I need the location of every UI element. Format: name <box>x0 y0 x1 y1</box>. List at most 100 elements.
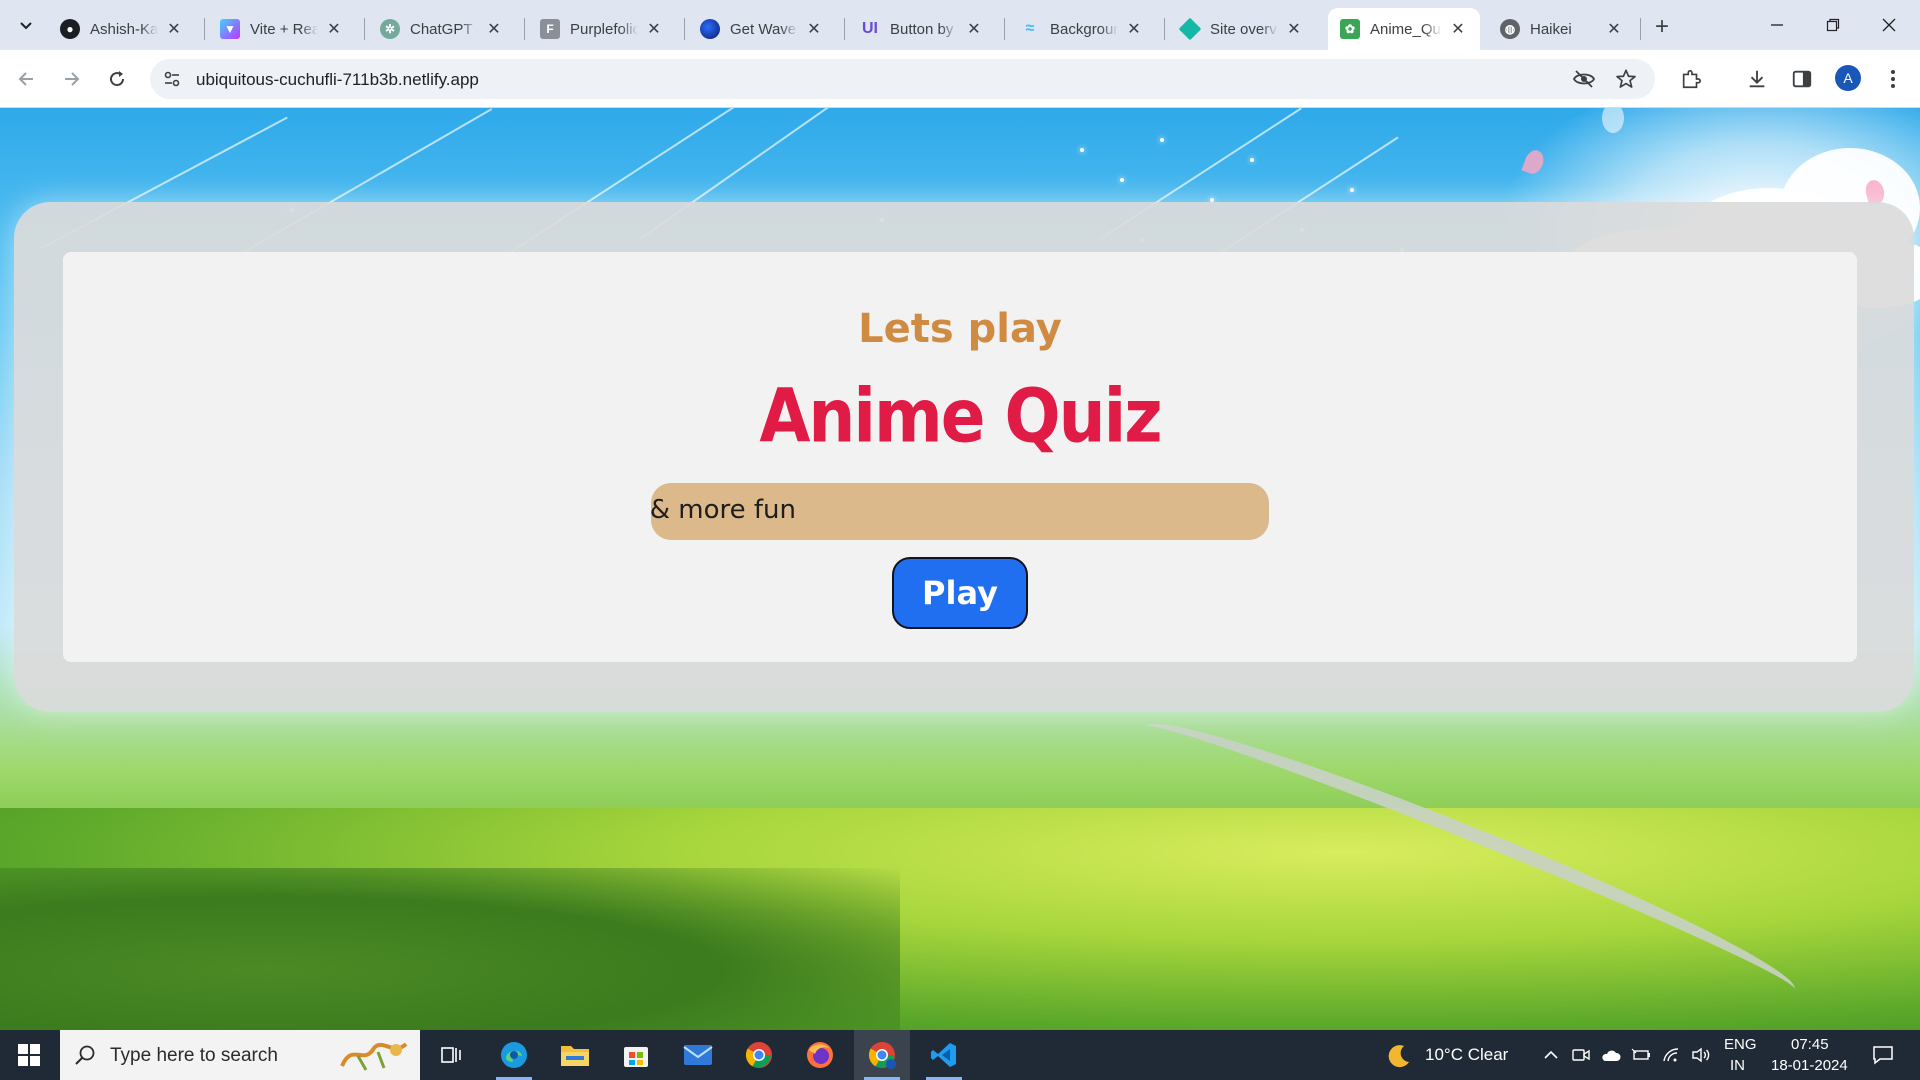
quiz-title: Anime Quiz <box>759 373 1162 460</box>
site-info-icon[interactable] <box>162 69 182 89</box>
tab-divider <box>1640 18 1641 40</box>
tab-purplefolio[interactable]: F Purplefolic ✕ <box>528 8 676 50</box>
taskbar-firefox[interactable] <box>792 1030 848 1080</box>
close-icon[interactable]: ✕ <box>484 19 504 39</box>
chrome-icon <box>745 1042 772 1068</box>
tab-vite[interactable]: ▼ Vite + Rea ✕ <box>208 8 356 50</box>
tab-divider <box>204 18 205 40</box>
tab-title: Button by <box>890 20 954 38</box>
taskbar-mail[interactable] <box>670 1030 726 1080</box>
language-code[interactable]: ENG <box>1724 1036 1757 1053</box>
new-tab-button[interactable]: + <box>1648 13 1676 41</box>
taskbar-chrome[interactable] <box>731 1030 787 1080</box>
tab-title: Purplefolic <box>570 20 638 38</box>
battery-icon[interactable] <box>1631 1045 1651 1065</box>
globe-icon: ◍ <box>1500 19 1520 39</box>
address-bar[interactable]: ubiquitous-cuchufli-711b3b.netlify.app <box>150 59 1655 99</box>
clock-time[interactable]: 07:45 <box>1791 1036 1829 1053</box>
close-icon[interactable]: ✕ <box>804 19 824 39</box>
close-icon <box>1882 18 1896 32</box>
waves-icon <box>700 19 720 39</box>
side-panel-icon <box>1792 70 1812 88</box>
chatgpt-icon: ✲ <box>380 19 400 39</box>
tab-chatgpt[interactable]: ✲ ChatGPT ✕ <box>368 8 516 50</box>
clock-date[interactable]: 18-01-2024 <box>1771 1057 1848 1074</box>
tab-haikei[interactable]: ◍ Haikei ✕ <box>1488 8 1636 50</box>
reload-button[interactable] <box>102 64 132 94</box>
close-icon[interactable]: ✕ <box>1124 19 1144 39</box>
taskbar-search-box[interactable]: Type here to search <box>60 1030 420 1080</box>
minimize-button[interactable] <box>1754 0 1800 50</box>
sparkle <box>1080 148 1084 152</box>
meet-now-icon[interactable] <box>1571 1045 1591 1065</box>
chevron-down-icon <box>20 22 32 30</box>
play-button[interactable]: Play <box>892 557 1028 629</box>
tab-title: Anime_Qu <box>1370 20 1441 38</box>
taskbar-vscode[interactable] <box>916 1030 972 1080</box>
tab-background[interactable]: ≈ Backgroun ✕ <box>1008 8 1156 50</box>
region-code[interactable]: IN <box>1730 1057 1745 1074</box>
wifi-icon[interactable] <box>1661 1045 1681 1065</box>
close-icon[interactable]: ✕ <box>964 19 984 39</box>
browser-toolbar: ubiquitous-cuchufli-711b3b.netlify.app A <box>0 50 1920 108</box>
mail-icon <box>683 1045 713 1065</box>
extensions-button[interactable] <box>1678 66 1704 92</box>
onedrive-icon[interactable] <box>1601 1045 1621 1065</box>
netlify-icon <box>1178 17 1202 41</box>
browser-menu-button[interactable] <box>1880 66 1906 92</box>
tab-title: Site overvi <box>1210 20 1278 38</box>
tab-divider <box>844 18 845 40</box>
chat-bubble-icon <box>1873 1046 1893 1065</box>
plus-icon: + <box>1654 13 1669 40</box>
close-icon[interactable]: ✕ <box>644 19 664 39</box>
close-icon[interactable]: ✕ <box>324 19 344 39</box>
file-explorer-icon <box>561 1046 589 1066</box>
tab-github[interactable]: ● Ashish-Kai ✕ <box>48 8 196 50</box>
close-icon[interactable]: ✕ <box>164 19 184 39</box>
volume-icon[interactable] <box>1691 1045 1711 1065</box>
forward-button[interactable] <box>56 64 86 94</box>
close-icon[interactable]: ✕ <box>1604 19 1624 39</box>
tab-get-waves[interactable]: Get Waves ✕ <box>688 8 836 50</box>
notification-center-button[interactable] <box>1871 1043 1895 1067</box>
tab-divider <box>524 18 525 40</box>
tab-title: Haikei <box>1530 20 1572 38</box>
close-icon[interactable]: ✕ <box>1284 19 1304 39</box>
bookmark-button[interactable] <box>1614 67 1638 91</box>
firefox-icon <box>807 1042 833 1068</box>
reload-icon <box>110 71 125 87</box>
speaker-icon <box>1692 1047 1710 1063</box>
sparkle <box>1120 178 1124 182</box>
arrow-left-icon <box>18 72 33 86</box>
taskbar-edge[interactable] <box>486 1030 542 1080</box>
wifi-signal-icon <box>1663 1048 1679 1062</box>
tab-search-button[interactable] <box>12 11 40 39</box>
weather-text[interactable]: 10°C Clear <box>1425 1045 1508 1065</box>
video-icon <box>1572 1049 1590 1061</box>
start-button[interactable] <box>0 1030 58 1080</box>
taskbar-store[interactable] <box>608 1030 664 1080</box>
store-icon <box>624 1047 648 1067</box>
tab-uiverse-button[interactable]: UI Button by ✕ <box>848 8 996 50</box>
chevron-up-icon <box>1544 1050 1558 1059</box>
vite-icon: ▼ <box>220 19 240 39</box>
taskbar-chrome-profile[interactable] <box>854 1030 910 1080</box>
sparkle <box>1250 158 1254 162</box>
quiz-subtitle: Lets play <box>858 306 1062 352</box>
url-text[interactable]: ubiquitous-cuchufli-711b3b.netlify.app <box>196 70 479 90</box>
taskbar-file-explorer[interactable] <box>547 1030 603 1080</box>
restore-button[interactable] <box>1810 0 1856 50</box>
downloads-button[interactable] <box>1744 66 1770 92</box>
close-window-button[interactable] <box>1866 0 1912 50</box>
tab-site-overview[interactable]: Site overvi ✕ <box>1168 8 1316 50</box>
close-icon[interactable]: ✕ <box>1448 19 1468 39</box>
task-view-button[interactable] <box>423 1030 479 1080</box>
battery-charging-icon <box>1631 1048 1650 1060</box>
tracking-protection-button[interactable] <box>1572 67 1596 91</box>
tab-title: Backgroun <box>1050 20 1118 38</box>
tab-anime-quiz[interactable]: ✿ Anime_Qu ✕ <box>1328 8 1480 50</box>
show-hidden-icons-button[interactable] <box>1541 1045 1561 1065</box>
back-button[interactable] <box>12 64 42 94</box>
side-panel-button[interactable] <box>1789 66 1815 92</box>
profile-avatar[interactable]: A <box>1835 65 1861 91</box>
